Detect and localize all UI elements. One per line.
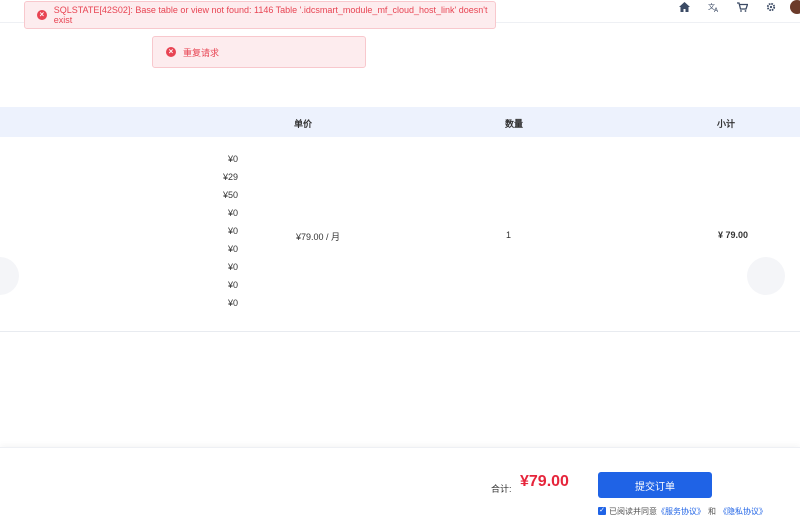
duplicate-request-message: 重复请求 <box>183 47 220 58</box>
option-price: ¥0 <box>227 208 238 218</box>
error-alert-message: SQLSTATE[42S02]: Base table or view not … <box>53 5 488 25</box>
option-price: ¥0 <box>227 280 238 290</box>
total-amount: ¥79.00 <box>520 473 569 490</box>
option-price: ¥0 <box>227 154 238 164</box>
option-price: ¥50 <box>222 190 238 200</box>
quantity-cell: 1 <box>506 230 512 240</box>
option-price: ¥0 <box>227 262 238 272</box>
table-header: 单价 数量 小计 <box>0 107 800 137</box>
table-row: ¥0 ¥29 ¥50 ¥0 ¥0 ¥0 ¥0 ¥0 ¥0 ¥79.00 / 月 … <box>0 137 800 332</box>
subtotal-cell: ¥ 79.00 <box>718 230 749 240</box>
header-quantity: 数量 <box>505 119 524 129</box>
agree-text: 已阅读并同意 <box>609 506 657 516</box>
gear-icon[interactable] <box>762 0 780 14</box>
duplicate-request-alert: × 重复请求 <box>152 36 366 68</box>
unit-price-cell: ¥79.00 / 月 <box>296 232 341 242</box>
option-price: ¥0 <box>227 298 238 308</box>
agree-checkbox[interactable]: ✓ <box>598 507 606 515</box>
submit-order-button[interactable]: 提交订单 <box>598 472 712 498</box>
home-icon[interactable] <box>675 0 693 14</box>
header-unit-price: 单价 <box>294 119 313 129</box>
error-alert: × SQLSTATE[42S02]: Base table or view no… <box>24 1 496 29</box>
and-text: 和 <box>708 506 716 516</box>
option-price-list: ¥0 ¥29 ¥50 ¥0 ¥0 ¥0 ¥0 ¥0 ¥0 <box>212 154 238 316</box>
option-price: ¥29 <box>222 172 238 182</box>
option-price: ¥0 <box>227 244 238 254</box>
svg-text:A: A <box>714 7 719 12</box>
top-toolbar: 文A <box>664 0 800 14</box>
order-footer: 合计: ¥79.00 提交订单 ✓ 已阅读并同意 《服务协议》 和 《隐私协议》 <box>0 447 800 527</box>
agreement-row: ✓ 已阅读并同意 《服务协议》 和 《隐私协议》 <box>598 505 767 517</box>
total-label: 合计: <box>491 484 512 494</box>
translate-icon[interactable]: 文A <box>704 0 722 14</box>
carousel-next-button[interactable] <box>747 257 785 295</box>
cart-icon[interactable] <box>733 0 751 14</box>
avatar[interactable] <box>790 0 800 14</box>
service-agreement-link[interactable]: 《服务协议》 <box>657 506 705 517</box>
privacy-agreement-link[interactable]: 《隐私协议》 <box>719 506 767 517</box>
error-icon: × <box>37 10 47 20</box>
error-icon: × <box>166 47 176 57</box>
option-price: ¥0 <box>227 226 238 236</box>
header-subtotal: 小计 <box>717 119 736 129</box>
